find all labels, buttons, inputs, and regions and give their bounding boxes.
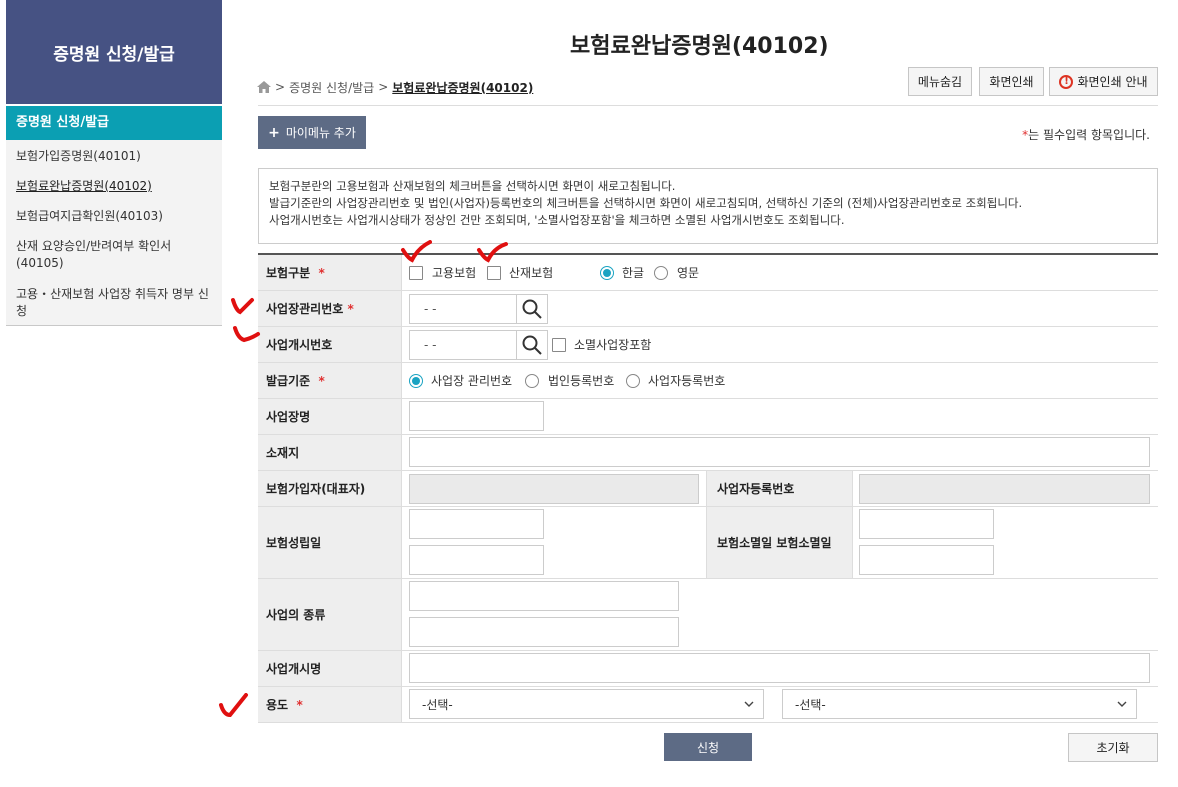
sidebar-item-roster[interactable]: 고용・산재보험 사업장 취득자 명부 신청 [16,286,216,320]
start-no-input[interactable]: - - [409,330,517,360]
info-line: 보험구분란의 고용보험과 산재보험의 체크버튼을 선택하시면 화면이 새로고침됩… [269,179,676,193]
purpose-select-2[interactable]: -선택- [782,689,1137,719]
row-issue-basis: 발급기준 * 사업장 관리번호 법인등록번호 사업자등록번호 [258,363,1158,399]
sidebar-section-active[interactable]: 증명원 신청/발급 [6,106,222,140]
row-start-name: 사업개시명 [258,651,1158,687]
include-closed-checkbox[interactable] [552,338,566,352]
address-input[interactable] [409,437,1150,467]
label-purpose: 용도 * [258,687,402,722]
label-established: 보험성립일 [258,507,402,578]
workplace-no-input[interactable]: - - [409,294,517,324]
industrial-insurance-label: 산재보험 [509,266,554,280]
label-workplace-no: 사업장관리번호 * [258,291,402,326]
row-insurance-type: 보험구분 * 고용보험 산재보험 한글 영문 [258,255,1158,291]
label-address: 소재지 [258,435,402,470]
breadcrumb-item[interactable]: 증명원 신청/발급 [289,79,374,96]
purpose-select-1-value: -선택- [422,697,453,712]
chevron-down-icon [744,701,754,707]
label-insurance-type: 보험구분 * [258,255,402,290]
breadcrumb-separator: > [275,80,286,94]
sidebar-item-40105[interactable]: 산재 요양승인/반려여부 확인서(40105) [16,238,216,272]
label-issue-basis: 발급기준 * [258,363,402,398]
label-start-name: 사업개시명 [258,651,402,686]
annotation-checkmark [219,693,248,717]
start-no-search-button[interactable] [516,330,548,360]
sidebar-menu: 보험가입증명원(40101) 보험료완납증명원(40102) 보험급여지급확인원… [6,140,222,326]
established-input-1[interactable] [409,509,544,539]
label-business-reg-no: 사업자등록번호 [706,471,853,506]
add-mymenu-label: 마이메뉴 추가 [285,126,356,140]
workplace-name-input[interactable] [409,401,544,431]
include-closed-label: 소멸사업장포함 [574,338,652,352]
industrial-insurance-checkbox[interactable] [487,266,501,280]
lang-korean-label: 한글 [622,266,645,280]
annotation-checkmark [401,240,432,263]
hide-menu-button[interactable]: 메뉴숨김 [908,67,972,96]
start-name-input[interactable] [409,653,1150,683]
row-purpose: 용도 * -선택- -선택- [258,687,1158,723]
alert-icon: ! [1059,74,1074,89]
breadcrumb-separator: > [378,80,389,94]
add-mymenu-button[interactable]: + 마이메뉴 추가 [258,116,366,149]
plus-icon: + [268,124,280,141]
row-address: 소재지 [258,435,1158,471]
lang-english-radio[interactable] [654,266,668,280]
business-type-input-2[interactable] [409,617,679,647]
basis-corp-label: 법인등록번호 [548,374,615,388]
print-button[interactable]: 화면인쇄 [979,67,1044,96]
label-workplace-name: 사업장명 [258,399,402,434]
employment-insurance-checkbox[interactable] [409,266,423,280]
basis-workplace-label: 사업장 관리번호 [431,374,513,388]
breadcrumb-current[interactable]: 보험료완납증명원(40102) [392,79,533,96]
info-line: 사업개시번호는 사업개시상태가 정상인 건만 조회되며, '소멸사업장포함'을 … [269,213,845,227]
basis-biz-radio[interactable] [626,374,640,388]
purpose-select-2-value: -선택- [795,697,826,712]
row-dates: 보험성립일 보험소멸일 보험소멸일 [258,507,1158,579]
basis-workplace-radio[interactable] [409,374,423,388]
sidebar-title: 증명원 신청/발급 [6,0,222,104]
chevron-down-icon [1117,701,1127,707]
business-type-input-1[interactable] [409,581,679,611]
label-insured: 보험가입자(대표자) [258,471,402,506]
required-note: *는 필수입력 항목입니다. [1022,128,1150,142]
divider [258,105,1158,106]
label-business-type: 사업의 종류 [258,579,402,650]
sidebar-item-40103[interactable]: 보험급여지급확인원(40103) [16,208,216,225]
home-icon[interactable] [257,81,271,93]
lang-korean-radio[interactable] [600,266,614,280]
annotation-checkmark [231,298,254,315]
row-start-no: 사업개시번호 - - 소멸사업장포함 [258,327,1158,363]
print-guide-label: 화면인쇄 안내 [1077,75,1148,89]
reset-button[interactable]: 초기화 [1068,733,1158,762]
print-guide-button[interactable]: ! 화면인쇄 안내 [1049,67,1158,96]
extinguished-input-1[interactable] [859,509,994,539]
basis-corp-radio[interactable] [525,374,539,388]
row-workplace-name: 사업장명 [258,399,1158,435]
breadcrumb: > 증명원 신청/발급 > 보험료완납증명원(40102) [257,78,533,96]
search-icon [522,299,542,319]
business-reg-no-input [859,474,1150,504]
submit-button[interactable]: 신청 [664,733,752,761]
established-input-2[interactable] [409,545,544,575]
annotation-checkmark [477,242,508,263]
sidebar-item-40102[interactable]: 보험료완납증명원(40102) [16,178,216,195]
basis-biz-label: 사업자등록번호 [648,374,726,388]
label-start-no: 사업개시번호 [258,327,402,362]
extinguished-input-2[interactable] [859,545,994,575]
row-workplace-no: 사업장관리번호 * - - [258,291,1158,327]
workplace-search-button[interactable] [516,294,548,324]
search-icon [522,335,542,355]
lang-english-label: 영문 [677,266,700,280]
row-business-type: 사업의 종류 [258,579,1158,651]
purpose-select-1[interactable]: -선택- [409,689,764,719]
annotation-checkmark [233,326,260,343]
insured-input [409,474,699,504]
info-line: 발급기준란의 사업장관리번호 및 법인(사업자)등록번호의 체크버튼을 선택하시… [269,196,1023,210]
row-insured: 보험가입자(대표자) 사업자등록번호 [258,471,1158,507]
sidebar-item-40101[interactable]: 보험가입증명원(40101) [16,148,216,165]
label-extinguished: 보험소멸일 보험소멸일 [706,507,853,578]
page-title: 보험료완납증명원(40102) [570,34,829,59]
info-box: 보험구분란의 고용보험과 산재보험의 체크버튼을 선택하시면 화면이 새로고침됩… [258,168,1158,244]
employment-insurance-label: 고용보험 [432,266,477,280]
